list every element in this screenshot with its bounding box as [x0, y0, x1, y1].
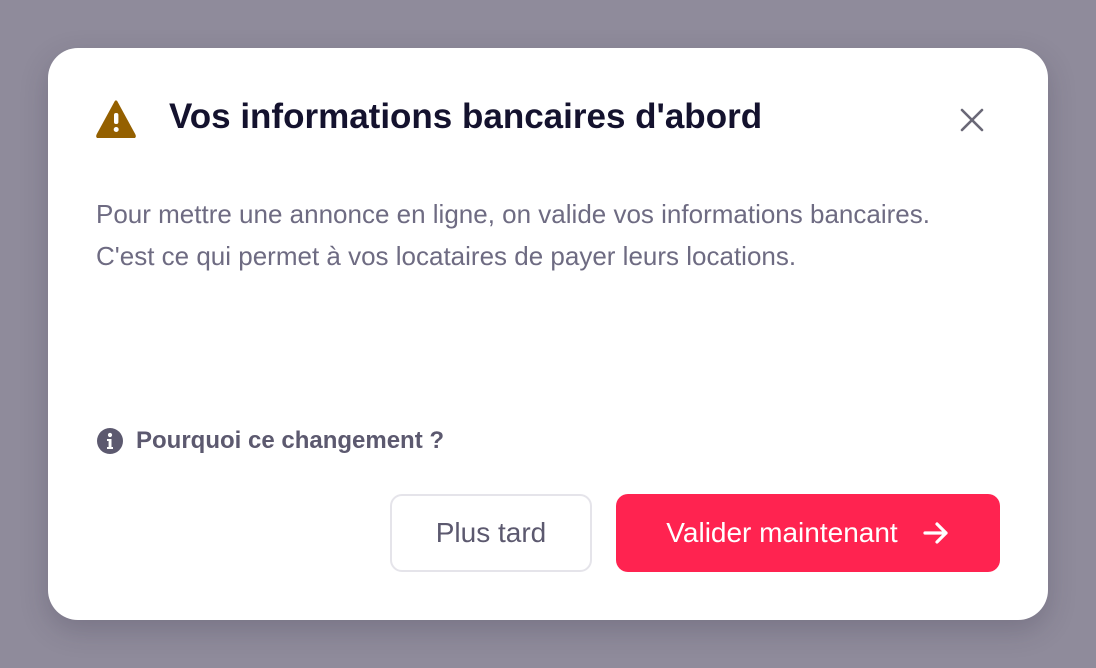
validate-now-button[interactable]: Valider maintenant — [616, 494, 1000, 572]
warning-icon — [96, 100, 136, 138]
later-button-label: Plus tard — [435, 517, 547, 548]
close-button[interactable] — [952, 100, 992, 140]
bank-info-dialog: Vos informations bancaires d'abord Pour … — [48, 48, 1048, 620]
dialog-title: Vos informations bancaires d'abord — [169, 97, 763, 136]
dialog-description: Pour mettre une annonce en ligne, on val… — [96, 199, 930, 271]
validate-now-button-label: Valider maintenant — [666, 517, 898, 548]
later-button[interactable]: Plus tard — [390, 494, 592, 572]
info-icon — [97, 428, 123, 454]
close-icon — [960, 108, 984, 132]
why-change-link[interactable]: Pourquoi ce changement ? — [96, 425, 444, 457]
why-change-label: Pourquoi ce changement ? — [136, 427, 445, 454]
arrow-right-icon — [923, 522, 948, 544]
